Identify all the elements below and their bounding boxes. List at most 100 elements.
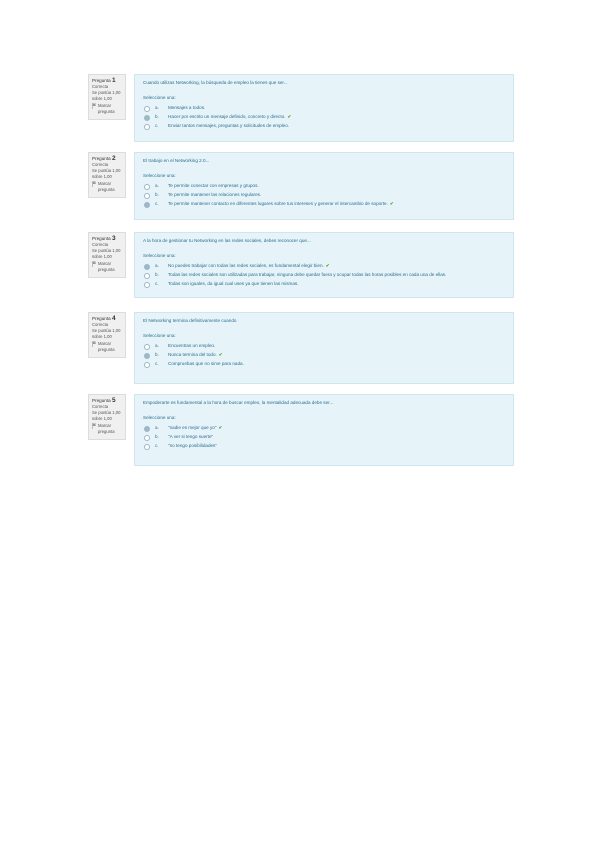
radio-button[interactable] [144, 192, 150, 199]
answer-option[interactable]: b. Todas las redes sociales son utilizad… [143, 272, 505, 279]
option-text: Te permite conectar con empresas y grupo… [168, 182, 259, 188]
flag-question-button[interactable]: Marcar pregunta [92, 181, 123, 193]
answer-option[interactable]: a. "nadie es mejor que yo" ✔ [143, 425, 505, 432]
radio-button[interactable] [144, 281, 150, 288]
answer-prompt: Seleccione una: [143, 333, 176, 339]
option-text: Compruebas que no sirve para nada. [168, 360, 244, 366]
question-content: El Networking termina definitivamente cu… [134, 312, 514, 384]
radio-button[interactable] [144, 114, 150, 121]
flag-icon [92, 423, 96, 429]
question-text: Empoderarte es fundamental a la hora de … [143, 400, 334, 405]
option-text: Te permite mantener las relaciones regul… [168, 191, 262, 197]
answer-prompt: Seleccione una: [143, 253, 176, 259]
option-letter: a. [155, 182, 159, 188]
question-text: El trabajo en el Networking 2.0... [143, 158, 210, 163]
flag-question-button[interactable]: Marcar pregunta [92, 103, 123, 115]
answer-option[interactable]: c. Enviar tantos mensajes, preguntas y s… [143, 123, 505, 130]
option-letter: b. [155, 113, 159, 119]
option-text: Nunca termina del todo. ✔ [168, 351, 223, 357]
question-score: Se puntúa 1,00 sobre 1,00 [92, 90, 121, 101]
option-letter: b. [155, 351, 159, 357]
radio-button[interactable] [144, 105, 150, 112]
answer-option[interactable]: c. "no tengo posibilidades" [143, 443, 505, 450]
option-letter: b. [155, 271, 159, 277]
answer-option[interactable]: a. Mensajes a todos. [143, 105, 505, 112]
flag-question-button[interactable]: Marcar pregunta [92, 423, 123, 435]
answer-option[interactable]: c. Te permite mantener contacto en difer… [143, 201, 505, 208]
question-4: Pregunta 4 Correcta Se puntúa 1,00 sobre… [88, 312, 514, 384]
correct-check-icon: ✔ [389, 200, 394, 206]
answer-option[interactable]: b. "A ver si tengo suerte" [143, 434, 505, 441]
option-text: "nadie es mejor que yo" ✔ [168, 424, 223, 430]
answer-prompt: Seleccione una: [143, 173, 176, 179]
option-letter: a. [155, 424, 159, 430]
answer-option[interactable]: c. Todas son iguales, da igual cual uses… [143, 281, 505, 288]
question-text: A la hora de gestionar tu Networking en … [143, 238, 311, 243]
answer-prompt: Seleccione una: [143, 95, 176, 101]
option-letter: a. [155, 342, 159, 348]
correct-check-icon: ✔ [218, 424, 223, 430]
option-letter: c. [155, 442, 159, 448]
question-2: Pregunta 2 Correcta Se puntúa 1,00 sobre… [88, 152, 514, 220]
answer-option[interactable]: a. Te permite conectar con empresas y gr… [143, 183, 505, 190]
option-text: Encuentras un empleo. [168, 342, 216, 348]
option-letter: a. [155, 262, 159, 268]
question-content: A la hora de gestionar tu Networking en … [134, 232, 514, 298]
question-score: Se puntúa 1,00 sobre 1,00 [92, 168, 121, 179]
option-text: Todas son iguales, da igual cual uses ya… [168, 280, 299, 286]
question-1: Pregunta 1 Correcta Se puntúa 1,00 sobre… [88, 74, 514, 142]
question-info: Pregunta 2 Correcta Se puntúa 1,00 sobre… [88, 152, 126, 198]
answer-prompt: Seleccione una: [143, 415, 176, 421]
option-text: Mensajes a todos. [168, 104, 206, 110]
correct-check-icon: ✔ [218, 351, 223, 357]
answer-option[interactable]: b. Nunca termina del todo. ✔ [143, 352, 505, 359]
answer-option[interactable]: b. Hacer por escrito un mensaje definido… [143, 114, 505, 121]
answer-option[interactable]: c. Compruebas que no sirve para nada. [143, 361, 505, 368]
flag-label: Marcar pregunta [98, 181, 115, 192]
option-letter: c. [155, 200, 159, 206]
question-score: Se puntúa 1,00 sobre 1,00 [92, 328, 121, 339]
option-letter: c. [155, 360, 159, 366]
radio-button[interactable] [144, 201, 150, 208]
correct-check-icon: ✔ [287, 113, 292, 119]
radio-button[interactable] [144, 352, 150, 359]
flag-label: Marcar pregunta [98, 341, 115, 352]
radio-button[interactable] [144, 361, 150, 368]
option-letter: a. [155, 104, 159, 110]
question-info: Pregunta 5 Correcta Se puntúa 1,00 sobre… [88, 394, 126, 440]
option-letter: c. [155, 122, 159, 128]
radio-button[interactable] [144, 434, 150, 441]
radio-button[interactable] [144, 343, 150, 350]
correct-check-icon: ✔ [325, 262, 330, 268]
option-letter: b. [155, 191, 159, 197]
radio-button[interactable] [144, 443, 150, 450]
answer-option[interactable]: a. No puedes trabajar con todas las rede… [143, 263, 505, 270]
question-content: Cuando utilizas Networking, la búsqueda … [134, 74, 514, 142]
flag-label: Marcar pregunta [98, 103, 115, 114]
flag-question-button[interactable]: Marcar pregunta [92, 341, 123, 353]
radio-button[interactable] [144, 425, 150, 432]
flag-question-button[interactable]: Marcar pregunta [92, 261, 123, 273]
flag-icon [92, 261, 96, 267]
radio-button[interactable] [144, 183, 150, 190]
radio-button[interactable] [144, 263, 150, 270]
option-text: Te permite mantener contacto en diferent… [168, 200, 394, 206]
radio-button[interactable] [144, 272, 150, 279]
question-content: El trabajo en el Networking 2.0... Selec… [134, 152, 514, 220]
question-info: Pregunta 1 Correcta Se puntúa 1,00 sobre… [88, 74, 126, 120]
question-text: Cuando utilizas Networking, la búsqueda … [143, 80, 288, 85]
answer-option[interactable]: a. Encuentras un empleo. [143, 343, 505, 350]
radio-button[interactable] [144, 123, 150, 130]
option-letter: c. [155, 280, 159, 286]
question-3: Pregunta 3 Correcta Se puntúa 1,00 sobre… [88, 232, 514, 298]
option-letter: b. [155, 433, 159, 439]
answer-option[interactable]: b. Te permite mantener las relaciones re… [143, 192, 505, 199]
option-text: "A ver si tengo suerte" [168, 433, 214, 439]
question-content: Empoderarte es fundamental a la hora de … [134, 394, 514, 466]
option-text: Enviar tantos mensajes, preguntas y soli… [168, 122, 290, 128]
question-score: Se puntúa 1,00 sobre 1,00 [92, 410, 121, 421]
flag-icon [92, 341, 96, 347]
option-text: "no tengo posibilidades" [168, 442, 217, 448]
flag-label: Marcar pregunta [98, 261, 115, 272]
question-score: Se puntúa 1,00 sobre 1,00 [92, 248, 121, 259]
